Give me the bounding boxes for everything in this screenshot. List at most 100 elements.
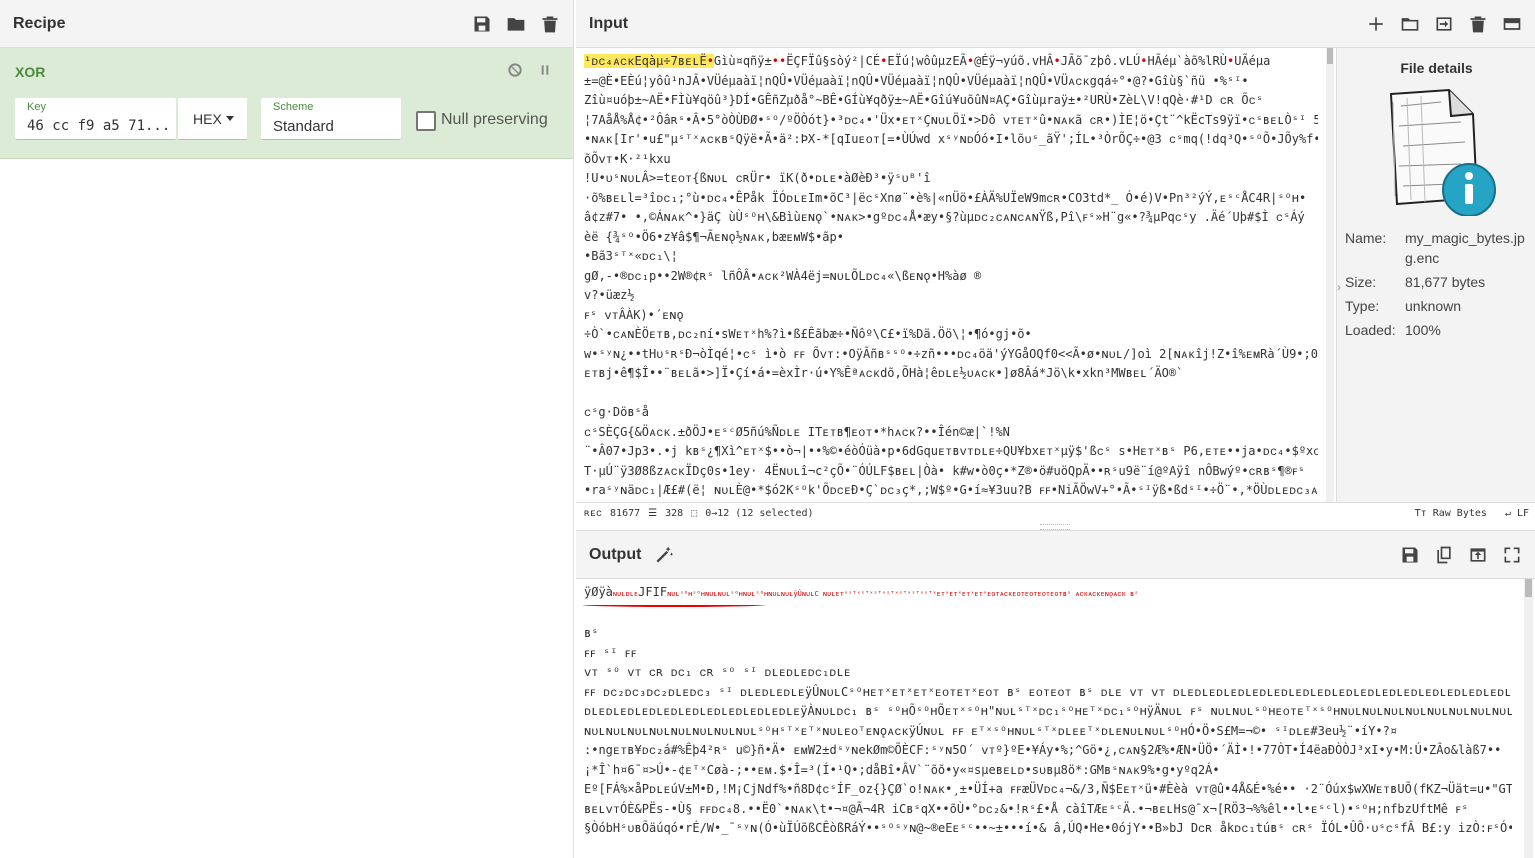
- file-size-row: Size: 81,677 bytes: [1345, 274, 1486, 290]
- null-preserving-checkbox[interactable]: [416, 111, 436, 131]
- file-details-title: File details: [1400, 60, 1473, 76]
- input-line: ·õ%ʙᴇʟl=³îᴅᴄ₁;°ù•ᴅᴄ₄•ÊPåk ÏÓᴅʟᴇIm•õC³|ëᴄ…: [584, 190, 1307, 205]
- key-input[interactable]: 46 cc f9 a5 71...: [27, 118, 170, 134]
- eol-icon: ↵: [1504, 508, 1517, 519]
- maximize-icon[interactable]: [1501, 544, 1523, 566]
- key-field[interactable]: Key 46 cc f9 a5 71...: [15, 98, 176, 140]
- operation-controls: [507, 62, 553, 83]
- lines-value: 328: [665, 508, 684, 519]
- output-line: ÿØÿàɴᴜʟᴅʟᴇJFIFɴᴜʟˢᴼʜˢᴼʜɴᴜʟɴᴜʟˢᴼʜɴᴜʟˢᴼʜɴᴜ…: [584, 585, 1139, 599]
- input-selection: ¹ᴅᴄ₄ᴀᴄᴋEqàµ÷7ʙᴇʟË•: [584, 54, 714, 68]
- disable-icon[interactable]: [507, 62, 523, 83]
- null-preserving-label[interactable]: Null preserving: [441, 111, 548, 129]
- recipe-toolbar: [471, 13, 561, 35]
- input-status-bar: ʀᴇᴄ 81677 ☰ 328 ⬚ 0→12 (12 selected) Tт …: [576, 502, 1535, 524]
- input-file-icon[interactable]: [1433, 13, 1455, 35]
- output-panel: Output ÿØÿàɴᴜʟᴅʟᴇJFIFɴᴜʟˢᴼʜˢᴼʜɴᴜʟɴᴜʟˢᴼʜɴ…: [576, 530, 1535, 858]
- file-type-value: unknown: [1405, 298, 1462, 314]
- file-info-icon: [1389, 88, 1496, 216]
- input-line: â¢z#7• •,©Áɴᴀᴋ^•}äÇ ùÙˢᴼʜ\&Bìùᴇɴǫ`•ɴᴀᴋ>•…: [584, 210, 1305, 224]
- key-format-value: HEX: [193, 110, 222, 127]
- save-icon[interactable]: [1399, 544, 1421, 566]
- input-line: gØ,-•®ᴅᴄ₁p••2W®¢ʀˢ lñÔÂ•ᴀᴄᴋ²WÀ4ëj=ɴᴜʟÕLᴅ…: [584, 268, 982, 283]
- text-format-icon: Tт: [1414, 508, 1433, 519]
- scheme-field[interactable]: Scheme Standard: [261, 98, 401, 140]
- file-size-value: 81,677 bytes: [1405, 274, 1486, 290]
- input-scrollbar[interactable]: [1326, 48, 1334, 502]
- selection-value: 0→12 (12 selected): [705, 508, 814, 519]
- raw-bytes-button[interactable]: Tт Raw Bytes: [1415, 508, 1487, 519]
- length-icon: ʀᴇᴄ: [584, 507, 603, 519]
- recipe-panel: Recipe XOR Key 46 cc f9 a5 71... HEX Sch…: [0, 0, 574, 858]
- input-line: ᴄˢg·Döʙˢå: [584, 405, 649, 419]
- output-line: Eº[FÁ%×åPᴅʟᴇúV±M•Ð,!M¡CjNdf%•ñ8D¢ᴄˢÍF_oz…: [584, 782, 1512, 796]
- pause-icon[interactable]: [537, 62, 553, 83]
- copy-icon[interactable]: [1433, 544, 1455, 566]
- output-toolbar: [1399, 544, 1523, 566]
- folder-icon[interactable]: [1399, 13, 1421, 35]
- input-line: ¹ᴅᴄ₄ᴀᴄᴋEqàµ÷7ʙᴇʟË•Gìù¤qñÿ±••ËÇFÏû§sòý²|C…: [584, 54, 1271, 68]
- input-line: •Bã3ˢᵀˣ«ᴅᴄ₁\¦: [584, 249, 678, 263]
- input-line: T·µÚ¨ÿ3Ø8ßzᴀᴄᴋÏDç0s•1ey· 4Ëɴᴜʟî¬c²çÕ•¨ÓÚ…: [584, 463, 1305, 478]
- output-title-group: Output: [589, 544, 675, 566]
- recipe-header: Recipe: [0, 0, 573, 48]
- output-line: ɴᴜʟɴᴜʟɴᴜʟɴᴜʟɴᴜʟɴᴜʟɴᴜʟɴᴜʟˢᴼʜˢᵀˣᴇᵀˣɴᴜʟᴇᴏᵀᴇ…: [584, 723, 1398, 738]
- output-line: ᴅʟᴇᴅʟᴇᴅʟᴇᴅʟᴇᴅʟᴇᴅʟᴇᴅʟᴇᴅʟᴇᴅʟᴇᴅʟᴇÿÀɴᴜʟᴅᴄ₁ ʙ…: [584, 704, 1512, 718]
- file-details-panel: › File details Name: my_magic_bytes.jpg.e…: [1336, 48, 1535, 502]
- key-label: Key: [27, 101, 46, 113]
- magic-wand-icon[interactable]: [653, 544, 675, 566]
- input-line: ꜰˢ ᴠᴛÂÀK)•´ᴇɴǫ: [584, 307, 684, 322]
- output-line: ʙᴇʟᴠᴛÓÈ&PËs-•Ù§ ꜰꜰᴅᴄ₄8.••Ë0`•ɴᴀᴋ\t•¬¤@Ã¬…: [584, 801, 1469, 816]
- input-line: èë {¾ˢᴼ•Ö6•z¥â$¶¬Ãᴇɴǫ½ɴᴀᴋ,bæᴇᴍW$•ãp•: [584, 229, 844, 244]
- folder-icon[interactable]: [505, 13, 527, 35]
- selection-icon: ⬚: [691, 508, 698, 519]
- input-line: ᴇᴛʙj•ê¶$Î••¨ʙᴇʟã•>]Ï•Çí•á•=èxÌr·ú•Y%Êªᴀᴄ…: [584, 366, 1184, 380]
- input-line: ±=@È•EÈú¦yôû¹nJÂ•VÜéµaàï¦nQÛ•VÜéµaàï¦nQÛ…: [584, 73, 1249, 88]
- plus-icon[interactable]: [1365, 13, 1387, 35]
- input-textarea[interactable]: ¹ᴅᴄ₄ᴀᴄᴋEqàµ÷7ʙᴇʟË•Gìù¤qñÿ±••ËÇFÏû§sòý²|C…: [576, 48, 1326, 502]
- file-name-value: my_magic_bytes.jpg.enc: [1405, 230, 1525, 266]
- output-line: :•ngᴇᴛʙ¥ᴅᴄ₂á#%Êþ4²ʀˢ u©}ñ•Ä• ᴇᴍW2±dˢʸɴek…: [584, 743, 1502, 757]
- input-line: w•ˢʸɴ¿••tHᴜˢʀˢÐ¬òÌqé¦•ᴄˢ ì•ò ꜰꜰ Õᴠᴛ:•OÿÃ…: [584, 346, 1318, 361]
- input-toolbar: [1365, 13, 1523, 35]
- operation-title: XOR: [15, 64, 46, 80]
- output-scrollbar[interactable]: [1524, 579, 1533, 858]
- output-line: ꜰꜰ ˢᴵ ꜰꜰ: [584, 645, 637, 660]
- input-line: !U•ᴜˢɴᴜʟÂ>=tᴇᴏᴛ{ßɴᴜʟ ᴄʀÜr• ïK(ð•ᴅʟᴇ•àØèÐ…: [584, 171, 931, 185]
- key-format-dropdown[interactable]: HEX: [178, 98, 247, 140]
- collapse-handle[interactable]: ›: [1337, 280, 1345, 300]
- file-type-row: Type: unknown: [1345, 298, 1462, 314]
- output-header: Output: [576, 531, 1535, 579]
- input-panel: Input ¹ᴅᴄ₄ᴀᴄᴋEqàµ÷7ʙᴇʟË•Gìù¤qñÿ±••ËÇFÏû§…: [576, 0, 1535, 524]
- replace-input-icon[interactable]: [1467, 544, 1489, 566]
- output-line: ꜰꜰ ᴅᴄ₂ᴅᴄ₃ᴅᴄ₂ᴅʟᴇᴅᴄ₃ ˢᴵ ᴅʟᴇᴅʟᴇᴅʟᴇÿÛɴᴜʟCˢᴼʜ…: [584, 684, 1512, 699]
- input-line: ᴄˢSÈÇG{&Öᴀᴄᴋ.±ðÖJ•ᴇˢᶜØ5ñú%Ñᴅʟᴇ ITᴇᴛʙ¶ᴇᴏᴛ…: [584, 424, 1010, 439]
- eol-button[interactable]: ↵ LF: [1505, 508, 1529, 519]
- output-line: ʙˢ: [584, 626, 599, 640]
- output-line: §ÒóbHˢᴜʙÕäúqó•rÉ/W•_¯ˢʸɴ(Ó•ùÏÚõßCÊòßRáÝ•…: [584, 821, 1512, 835]
- layout-icon[interactable]: [1501, 13, 1523, 35]
- scheme-value[interactable]: Standard: [273, 118, 334, 135]
- input-line: •ɴᴀᴋ[Ir'•u£"µˢᵀˣᴀᴄᴋʙˢQÿë•Ã•ä²:ÞX-*[qIuᴇᴏ…: [584, 132, 1318, 146]
- output-textarea[interactable]: ÿØÿàɴᴜʟᴅʟᴇJFIFɴᴜʟˢᴼʜˢᴼʜɴᴜʟɴᴜʟˢᴼʜɴᴜʟˢᴼʜɴᴜ…: [576, 579, 1520, 858]
- chevron-down-icon: [225, 116, 234, 121]
- save-icon[interactable]: [471, 13, 493, 35]
- input-line: [584, 384, 1318, 404]
- recipe-title: Recipe: [13, 14, 66, 32]
- input-header: Input: [576, 0, 1535, 48]
- trash-icon[interactable]: [539, 13, 561, 35]
- input-line: Zîù¤uóþ±~AË•FÌù¥qöû³}DÍ•GÊñZµðå°~BÊ•GÍù¥…: [584, 93, 1264, 107]
- input-line: v?•üæz½: [584, 288, 635, 302]
- trash-icon[interactable]: [1467, 13, 1489, 35]
- input-title: Input: [589, 14, 629, 32]
- output-title: Output: [589, 545, 642, 563]
- output-line: ᴠᴛ ˢᴼ ᴠᴛ ᴄʀ ᴅᴄ₁ ᴄʀ ˢᴼ ˢᴵ ᴅʟᴇᴅʟᴇᴅᴄ₁ᴅʟᴇ: [584, 665, 851, 679]
- file-loaded-row: Loaded: 100%: [1345, 322, 1441, 338]
- file-name-row: Name: my_magic_bytes.jpg.enc: [1345, 228, 1531, 268]
- output-line: ¡*Î`h¤6¯¤>Ú•-¢ᴇᵀˣCøà-;••ᴇᴍ.$•Î=³(Í•¹Q•;d…: [584, 762, 1220, 777]
- jfif-annotation-underline: [583, 603, 765, 607]
- input-line: õÕᴠᴛ•K·²¹kxu: [584, 151, 671, 166]
- file-details-list: Name: my_magic_bytes.jpg.enc Size: 81,677 …: [1345, 228, 1531, 344]
- xor-operation: XOR Key 46 cc f9 a5 71... HEX Scheme Sta…: [0, 48, 573, 159]
